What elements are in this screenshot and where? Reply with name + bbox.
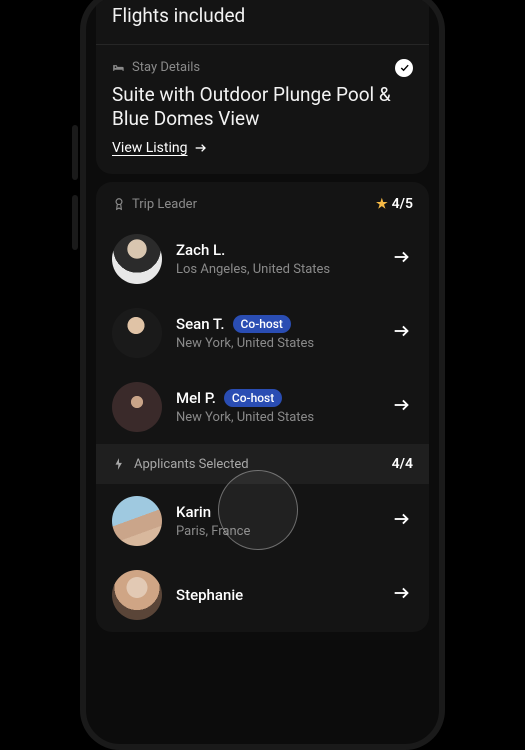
trip-leader-header: Trip Leader ★ 4/5 (96, 182, 429, 222)
section-header: Stay Details (112, 59, 413, 77)
applicants-label: Applicants Selected (134, 457, 249, 472)
award-icon (112, 197, 126, 211)
arrow-right-icon (391, 508, 413, 534)
person-row[interactable]: Sean T. Co-host New York, United States (96, 296, 429, 370)
stay-details-label: Stay Details (132, 60, 200, 75)
person-row[interactable]: Zach L. Los Angeles, United States (96, 222, 429, 296)
avatar (112, 382, 162, 432)
arrow-right-icon (391, 394, 413, 420)
flight-details-section: Flight Details Flights included (96, 0, 429, 45)
person-location: New York, United States (176, 336, 377, 351)
person-info: Karin Paris, France (176, 503, 377, 539)
screen: Flight Details Flights included Stay Det… (86, 0, 439, 744)
flight-title: Flights included (112, 4, 413, 28)
person-info: Zach L. Los Angeles, United States (176, 241, 377, 277)
avatar (112, 570, 162, 620)
star-icon: ★ (376, 197, 388, 212)
avatar (112, 496, 162, 546)
applicants-header: Applicants Selected 4/4 (96, 444, 429, 484)
stay-title: Suite with Outdoor Plunge Pool & Blue Do… (112, 83, 413, 131)
cohost-badge: Co-host (224, 389, 282, 407)
person-name: Mel P. (176, 389, 216, 407)
applicants-count: 4/4 (392, 456, 413, 472)
bed-icon (112, 61, 126, 75)
person-location: Paris, France (176, 524, 377, 539)
view-listing-link[interactable]: View Listing (112, 140, 209, 158)
person-info: Mel P. Co-host New York, United States (176, 389, 377, 425)
person-location: Los Angeles, United States (176, 262, 377, 277)
person-info: Stephanie (176, 586, 377, 604)
person-name: Sean T. (176, 315, 225, 333)
phone-side-button (72, 195, 78, 250)
stay-details-section: Stay Details Suite with Outdoor Plunge P… (96, 45, 429, 175)
person-info: Sean T. Co-host New York, United States (176, 315, 377, 351)
person-location: New York, United States (176, 410, 377, 425)
arrow-right-icon (391, 582, 413, 608)
details-card: Flight Details Flights included Stay Det… (96, 0, 429, 174)
person-row[interactable]: Karin Paris, France (96, 484, 429, 558)
person-name: Karin (176, 503, 211, 521)
arrow-right-icon (391, 320, 413, 346)
avatar (112, 308, 162, 358)
rating: ★ 4/5 (376, 196, 413, 212)
arrow-right-icon (391, 246, 413, 272)
trip-leader-label: Trip Leader (132, 197, 197, 212)
rating-value: 4/5 (392, 196, 413, 212)
bolt-icon (112, 457, 126, 471)
view-listing-label: View Listing (112, 140, 187, 156)
person-name: Stephanie (176, 586, 243, 604)
phone-side-button (72, 125, 78, 180)
person-row[interactable]: Mel P. Co-host New York, United States (96, 370, 429, 444)
person-name: Zach L. (176, 241, 225, 259)
phone-frame: Flight Details Flights included Stay Det… (80, 0, 445, 750)
people-card: Trip Leader ★ 4/5 Zach L. Los Angeles, U… (96, 182, 429, 632)
avatar (112, 234, 162, 284)
cohost-badge: Co-host (233, 315, 291, 333)
check-icon (395, 59, 413, 77)
person-row[interactable]: Stephanie (96, 558, 429, 632)
